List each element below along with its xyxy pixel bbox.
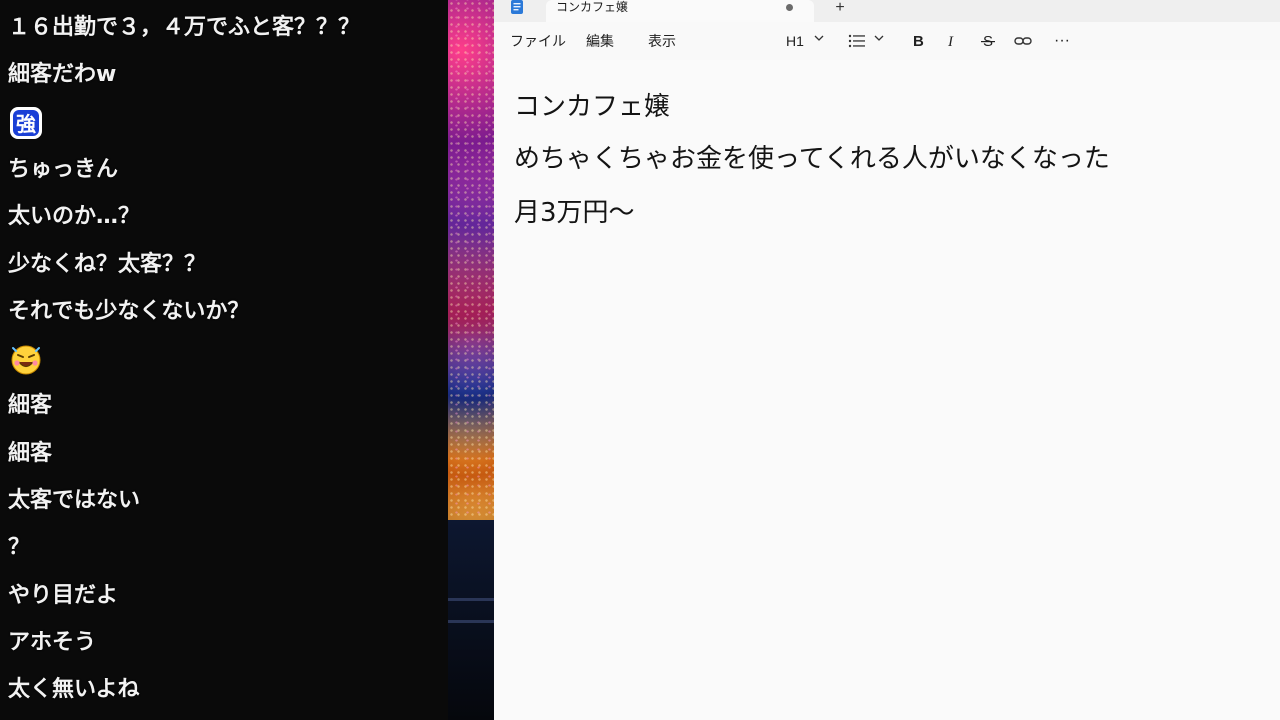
chat-message: アホそう — [8, 630, 97, 655]
list-dropdown[interactable] — [848, 30, 888, 52]
stamp-label: 強 — [16, 112, 36, 136]
bold-button[interactable]: B — [910, 30, 928, 52]
bulleted-list-icon — [848, 34, 865, 48]
svg-text:B: B — [913, 33, 924, 49]
chat-message: 細客 — [8, 441, 53, 466]
editor-line: コンカフェ嬢 — [514, 92, 671, 122]
editor-line: 月3万円〜 — [514, 198, 635, 228]
menu-bar: ファイル 編集 表示 H1 B I S ··· — [494, 22, 1280, 60]
notepad-window: コンカフェ嬢 + ファイル 編集 表示 H1 B I S ··· コンカフェ嬢 … — [494, 0, 1280, 720]
link-button[interactable] — [1014, 30, 1034, 52]
chat-message: １６出勤で３，４万でふと客？？？ — [8, 15, 361, 40]
menu-edit[interactable]: 編集 — [586, 30, 614, 52]
chat-message: 太く無いよね — [8, 677, 140, 702]
chat-message: やり目だよ — [8, 583, 119, 608]
smiling-face-emoji-icon — [9, 342, 43, 376]
railing — [448, 598, 494, 601]
fireworks-background — [448, 0, 494, 720]
chat-message: それでも少なくないか？ — [8, 299, 250, 324]
chat-message: 細客だわw — [8, 62, 117, 87]
italic-button[interactable]: I — [944, 30, 962, 52]
strikethrough-button[interactable]: S — [980, 30, 998, 52]
chat-panel: １６出勤で３，４万でふと客？？？ 細客だわw 強ちゅっきん太いのか…？ 少なくね？太客… — [0, 0, 448, 720]
chevron-down-icon — [814, 35, 824, 41]
text-editor[interactable]: コンカフェ嬢 めちゃくちゃお金を使ってくれる人がいなくなった 月3万円〜 — [494, 60, 1280, 720]
more-options-button[interactable]: ··· — [1054, 30, 1074, 52]
svg-text:I: I — [947, 34, 954, 49]
tab-title: コンカフェ嬢 — [556, 0, 629, 14]
chat-message: 太客ではない — [8, 488, 141, 513]
tab-document[interactable]: コンカフェ嬢 — [546, 0, 814, 22]
new-tab-button[interactable]: + — [830, 0, 850, 18]
notepad-app-icon — [508, 0, 526, 18]
chat-message: ちゅっきん — [8, 157, 119, 182]
unsaved-dot-icon[interactable] — [786, 4, 793, 11]
bold-icon: B — [913, 33, 924, 49]
menu-file[interactable]: ファイル — [510, 30, 566, 52]
menu-view[interactable]: 表示 — [648, 30, 676, 52]
chat-message: ？ — [8, 535, 31, 560]
link-icon — [1014, 37, 1032, 45]
chat-message: 少なくね？太客？？ — [8, 252, 207, 277]
strikethrough-icon: S — [981, 33, 995, 49]
heading-dropdown[interactable]: H1 — [786, 30, 826, 52]
tab-bar: コンカフェ嬢 + — [494, 0, 1280, 22]
fireworks-sparkles — [448, 0, 494, 520]
italic-icon: I — [947, 34, 954, 49]
kanji-stamp-icon: 強 — [9, 106, 43, 140]
chat-message: 細客 — [8, 393, 53, 418]
heading-label: H1 — [786, 33, 804, 49]
chevron-down-icon — [874, 35, 884, 41]
railing — [448, 620, 494, 623]
editor-line: めちゃくちゃお金を使ってくれる人がいなくなった — [514, 144, 1110, 174]
chat-message: 太いのか…？ — [8, 204, 141, 229]
